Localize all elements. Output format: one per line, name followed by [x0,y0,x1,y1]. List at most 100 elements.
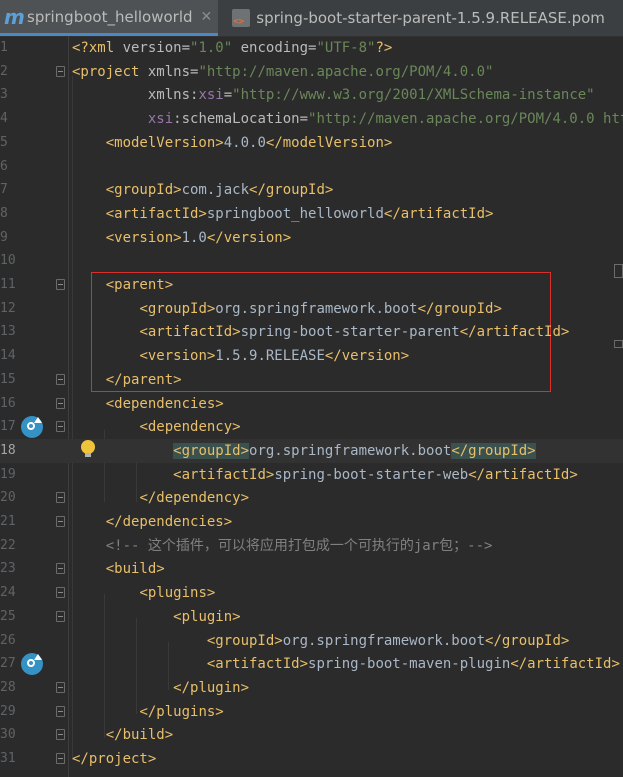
fold-toggle-icon[interactable] [56,65,65,77]
code-line[interactable]: 19 <artifactId>spring-boot-starter-web</… [0,463,623,487]
fold-toggle-icon[interactable] [56,681,65,693]
code-line[interactable]: 1 <?xml version="1.0" encoding="UTF-8"?> [0,36,623,60]
fold-toggle-icon[interactable] [56,610,65,622]
tab-springboot-helloworld[interactable]: m springboot_helloworld ✕ [0,0,219,36]
code-token: </version> [206,229,292,246]
fold-toggle-icon[interactable] [56,373,65,385]
code-line[interactable]: 10 [0,249,623,273]
line-number: 28 [0,679,16,695]
pom-file-icon [232,9,251,27]
code-line[interactable]: 15 </parent> [0,368,623,392]
code-line[interactable]: 17 <dependency> [0,415,623,439]
code-line[interactable]: 3 xmlns:xsi="http://www.w3.org/2001/XMLS… [0,83,623,107]
code-editor[interactable]: 1 <?xml version="1.0" encoding="UTF-8"?> 2… [0,36,623,777]
code-line[interactable]: 7 <groupId>com.jack</groupId> [0,178,623,202]
code-token: <plugins> [139,585,216,602]
code-token: xsi [198,87,224,104]
code-text: <modelVersion>4.0.0</modelVersion> [72,131,393,155]
code-token: org.springframework.boot [215,300,418,317]
code-line[interactable]: 4 xsi:schemaLocation="http://maven.apach… [0,107,623,131]
code-line[interactable]: 16 <dependencies> [0,392,623,416]
line-number: 4 [0,111,8,127]
close-icon[interactable]: ✕ [201,9,213,25]
code-token: </dependency> [139,490,250,507]
code-token: <version> [105,229,182,246]
code-token: <dependency> [139,419,241,436]
code-line[interactable]: 29 </plugins> [0,700,623,724]
code-token: "http://maven.apache.org/POM/4.0.0" [198,63,494,80]
code-token: </plugin> [173,679,250,696]
code-line[interactable]: 13 <artifactId>spring-boot-starter-paren… [0,320,623,344]
code-token: :schemaLocation= [173,111,309,128]
code-line[interactable]: 9 <version>1.0</version> [0,226,623,250]
fold-toggle-icon[interactable] [56,753,65,764]
code-text: <artifactId>spring-boot-starter-web</art… [72,463,578,487]
code-line[interactable]: 2 <project xmlns="http://maven.apache.org… [0,60,623,84]
code-line[interactable]: 14 <version>1.5.9.RELEASE</version> [0,344,623,368]
code-token: spring-boot-starter-web [274,466,469,483]
code-text: <artifactId>springboot_helloworld</artif… [72,202,494,226]
code-line[interactable]: 31 </project> [0,747,623,771]
code-token: <artifactId> [173,466,275,483]
line-number: 16 [0,395,16,411]
code-text: <parent> [72,273,173,297]
fold-toggle-icon[interactable] [56,397,65,409]
code-token: </build> [105,727,174,744]
code-line[interactable]: 20 </dependency> [0,486,623,510]
code-text: <build> [72,557,165,581]
code-token: <?xml [72,40,123,56]
code-token: <groupId> [105,182,182,199]
tab-label: springboot_helloworld [27,7,193,26]
line-number: 2 [0,63,8,79]
fold-toggle-icon[interactable] [56,516,65,527]
code-text: xmlns:xsi="http://www.w3.org/2001/XMLSch… [72,83,595,107]
fold-toggle-icon[interactable] [56,492,65,504]
fold-toggle-icon[interactable] [56,421,65,433]
code-token: org.springframework.boot [249,442,452,459]
code-token: 1.0 [181,229,207,246]
code-token: </project> [72,751,157,767]
code-line[interactable]: 5 <modelVersion>4.0.0</modelVersion> [0,131,623,155]
fold-toggle-icon[interactable] [56,587,65,599]
code-line[interactable]: 30 </build> [0,723,623,747]
code-line[interactable]: 23 <build> [0,557,623,581]
line-number: 10 [0,253,16,269]
line-number: 5 [0,134,8,150]
code-line[interactable]: 12 <groupId>org.springframework.boot</gr… [0,297,623,321]
code-line[interactable]: 6 [0,155,623,179]
code-text: </project> [72,747,156,771]
code-token: </artifactId> [510,656,620,673]
code-line[interactable]: 21 </dependencies> [0,510,623,534]
code-line[interactable]: 24 <plugins> [0,581,623,605]
code-line[interactable]: 22 <!-- 这个插件，可以将应用打包成一个可执行的jar包；--> [0,534,623,558]
code-line[interactable]: 27 <artifactId>spring-boot-maven-plugin<… [0,652,623,676]
code-token: <modelVersion> [105,134,224,151]
code-line[interactable]: 25 <plugin> [0,605,623,629]
code-text: <version>1.5.9.RELEASE</version> [72,344,409,368]
code-token: </groupId> [417,300,502,317]
code-text: <project xmlns="http://maven.apache.org/… [72,60,493,84]
fold-toggle-icon[interactable] [56,279,65,290]
line-number: 8 [0,205,8,221]
code-token: </artifactId> [468,466,578,483]
code-line[interactable]: 11 <parent> [0,273,623,297]
code-token: com.jack [181,182,250,199]
code-token: <groupId> [173,442,250,459]
tab-spring-boot-starter-parent-pom[interactable]: spring-boot-starter-parent-1.5.9.RELEASE… [218,0,611,36]
code-token: <project [72,63,148,80]
fold-toggle-icon[interactable] [56,729,65,741]
code-line[interactable]: 8 <artifactId>springboot_helloworld</art… [0,202,623,226]
intention-bulb-icon[interactable] [81,439,95,457]
code-line[interactable]: 28 </plugin> [0,676,623,700]
code-line[interactable]: 26 <groupId>org.springframework.boot</gr… [0,629,623,653]
fold-toggle-icon[interactable] [56,705,65,717]
fold-toggle-icon[interactable] [56,563,65,575]
